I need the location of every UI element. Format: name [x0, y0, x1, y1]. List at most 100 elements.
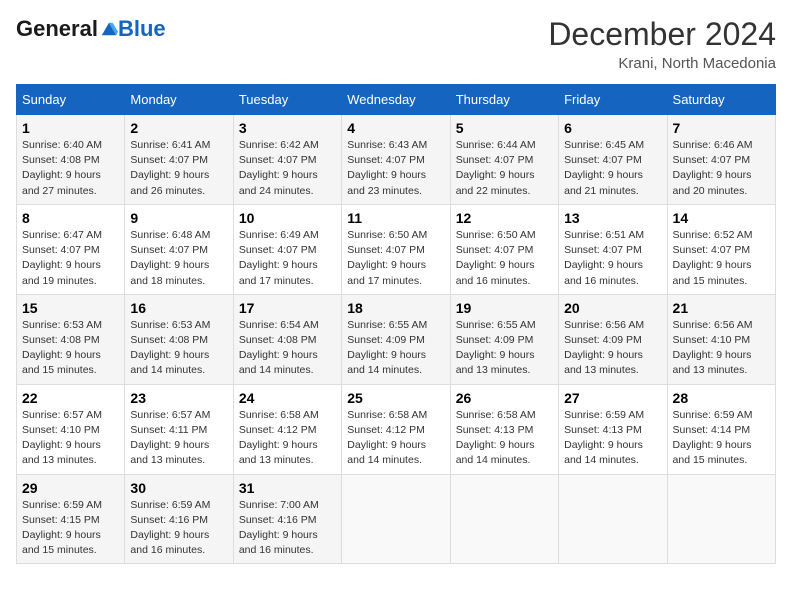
calendar-cell: 11 Sunrise: 6:50 AMSunset: 4:07 PMDaylig… — [342, 204, 450, 294]
calendar-cell: 25 Sunrise: 6:58 AMSunset: 4:12 PMDaylig… — [342, 384, 450, 474]
calendar-cell: 9 Sunrise: 6:48 AMSunset: 4:07 PMDayligh… — [125, 204, 233, 294]
calendar-cell: 14 Sunrise: 6:52 AMSunset: 4:07 PMDaylig… — [667, 204, 775, 294]
day-info: Sunrise: 6:56 AMSunset: 4:09 PMDaylight:… — [564, 318, 661, 379]
logo-blue: Blue — [118, 16, 166, 42]
day-number: 11 — [347, 210, 444, 226]
logo-icon — [100, 20, 118, 38]
day-number: 15 — [22, 300, 119, 316]
day-info: Sunrise: 6:46 AMSunset: 4:07 PMDaylight:… — [673, 138, 770, 199]
calendar-week-1: 1 Sunrise: 6:40 AMSunset: 4:08 PMDayligh… — [17, 115, 776, 205]
day-number: 23 — [130, 390, 227, 406]
header-monday: Monday — [125, 85, 233, 115]
calendar-cell: 6 Sunrise: 6:45 AMSunset: 4:07 PMDayligh… — [559, 115, 667, 205]
day-info: Sunrise: 6:51 AMSunset: 4:07 PMDaylight:… — [564, 228, 661, 289]
calendar-cell: 27 Sunrise: 6:59 AMSunset: 4:13 PMDaylig… — [559, 384, 667, 474]
day-number: 18 — [347, 300, 444, 316]
day-number: 17 — [239, 300, 336, 316]
day-number: 3 — [239, 120, 336, 136]
calendar-week-4: 22 Sunrise: 6:57 AMSunset: 4:10 PMDaylig… — [17, 384, 776, 474]
day-info: Sunrise: 6:43 AMSunset: 4:07 PMDaylight:… — [347, 138, 444, 199]
day-info: Sunrise: 6:45 AMSunset: 4:07 PMDaylight:… — [564, 138, 661, 199]
day-number: 9 — [130, 210, 227, 226]
day-info: Sunrise: 6:54 AMSunset: 4:08 PMDaylight:… — [239, 318, 336, 379]
day-number: 10 — [239, 210, 336, 226]
calendar-cell: 23 Sunrise: 6:57 AMSunset: 4:11 PMDaylig… — [125, 384, 233, 474]
calendar: SundayMondayTuesdayWednesdayThursdayFrid… — [16, 84, 776, 564]
day-info: Sunrise: 6:50 AMSunset: 4:07 PMDaylight:… — [347, 228, 444, 289]
logo-general: General — [16, 16, 98, 42]
logo: General Blue — [16, 16, 166, 42]
header-friday: Friday — [559, 85, 667, 115]
day-number: 20 — [564, 300, 661, 316]
header-saturday: Saturday — [667, 85, 775, 115]
calendar-cell: 1 Sunrise: 6:40 AMSunset: 4:08 PMDayligh… — [17, 115, 125, 205]
calendar-cell: 29 Sunrise: 6:59 AMSunset: 4:15 PMDaylig… — [17, 474, 125, 564]
day-number: 8 — [22, 210, 119, 226]
calendar-cell — [342, 474, 450, 564]
day-info: Sunrise: 6:49 AMSunset: 4:07 PMDaylight:… — [239, 228, 336, 289]
day-number: 14 — [673, 210, 770, 226]
day-info: Sunrise: 6:40 AMSunset: 4:08 PMDaylight:… — [22, 138, 119, 199]
day-number: 12 — [456, 210, 553, 226]
day-info: Sunrise: 6:41 AMSunset: 4:07 PMDaylight:… — [130, 138, 227, 199]
day-info: Sunrise: 6:58 AMSunset: 4:13 PMDaylight:… — [456, 408, 553, 469]
day-info: Sunrise: 6:42 AMSunset: 4:07 PMDaylight:… — [239, 138, 336, 199]
title-area: December 2024 Krani, North Macedonia — [548, 16, 776, 72]
day-info: Sunrise: 6:55 AMSunset: 4:09 PMDaylight:… — [456, 318, 553, 379]
calendar-header-row: SundayMondayTuesdayWednesdayThursdayFrid… — [17, 85, 776, 115]
calendar-week-5: 29 Sunrise: 6:59 AMSunset: 4:15 PMDaylig… — [17, 474, 776, 564]
day-number: 21 — [673, 300, 770, 316]
calendar-cell: 24 Sunrise: 6:58 AMSunset: 4:12 PMDaylig… — [233, 384, 341, 474]
header-thursday: Thursday — [450, 85, 558, 115]
calendar-cell: 20 Sunrise: 6:56 AMSunset: 4:09 PMDaylig… — [559, 294, 667, 384]
month-title: December 2024 — [548, 16, 776, 53]
day-info: Sunrise: 6:59 AMSunset: 4:13 PMDaylight:… — [564, 408, 661, 469]
calendar-cell: 7 Sunrise: 6:46 AMSunset: 4:07 PMDayligh… — [667, 115, 775, 205]
calendar-cell: 5 Sunrise: 6:44 AMSunset: 4:07 PMDayligh… — [450, 115, 558, 205]
day-number: 30 — [130, 480, 227, 496]
day-info: Sunrise: 6:44 AMSunset: 4:07 PMDaylight:… — [456, 138, 553, 199]
header: General Blue December 2024 Krani, North … — [16, 16, 776, 72]
calendar-cell: 15 Sunrise: 6:53 AMSunset: 4:08 PMDaylig… — [17, 294, 125, 384]
header-tuesday: Tuesday — [233, 85, 341, 115]
day-number: 19 — [456, 300, 553, 316]
calendar-cell: 31 Sunrise: 7:00 AMSunset: 4:16 PMDaylig… — [233, 474, 341, 564]
day-info: Sunrise: 6:53 AMSunset: 4:08 PMDaylight:… — [22, 318, 119, 379]
calendar-cell: 30 Sunrise: 6:59 AMSunset: 4:16 PMDaylig… — [125, 474, 233, 564]
day-number: 31 — [239, 480, 336, 496]
day-info: Sunrise: 6:59 AMSunset: 4:16 PMDaylight:… — [130, 498, 227, 559]
day-number: 7 — [673, 120, 770, 136]
calendar-cell: 12 Sunrise: 6:50 AMSunset: 4:07 PMDaylig… — [450, 204, 558, 294]
calendar-cell — [559, 474, 667, 564]
day-info: Sunrise: 6:58 AMSunset: 4:12 PMDaylight:… — [347, 408, 444, 469]
day-number: 5 — [456, 120, 553, 136]
day-info: Sunrise: 6:53 AMSunset: 4:08 PMDaylight:… — [130, 318, 227, 379]
calendar-cell: 17 Sunrise: 6:54 AMSunset: 4:08 PMDaylig… — [233, 294, 341, 384]
day-info: Sunrise: 6:57 AMSunset: 4:11 PMDaylight:… — [130, 408, 227, 469]
calendar-cell: 21 Sunrise: 6:56 AMSunset: 4:10 PMDaylig… — [667, 294, 775, 384]
calendar-cell: 26 Sunrise: 6:58 AMSunset: 4:13 PMDaylig… — [450, 384, 558, 474]
day-number: 25 — [347, 390, 444, 406]
header-sunday: Sunday — [17, 85, 125, 115]
calendar-cell: 19 Sunrise: 6:55 AMSunset: 4:09 PMDaylig… — [450, 294, 558, 384]
day-number: 24 — [239, 390, 336, 406]
day-info: Sunrise: 6:52 AMSunset: 4:07 PMDaylight:… — [673, 228, 770, 289]
calendar-cell: 16 Sunrise: 6:53 AMSunset: 4:08 PMDaylig… — [125, 294, 233, 384]
calendar-cell — [450, 474, 558, 564]
header-wednesday: Wednesday — [342, 85, 450, 115]
day-number: 26 — [456, 390, 553, 406]
calendar-cell: 8 Sunrise: 6:47 AMSunset: 4:07 PMDayligh… — [17, 204, 125, 294]
day-info: Sunrise: 6:58 AMSunset: 4:12 PMDaylight:… — [239, 408, 336, 469]
location: Krani, North Macedonia — [548, 55, 776, 72]
day-info: Sunrise: 6:57 AMSunset: 4:10 PMDaylight:… — [22, 408, 119, 469]
day-info: Sunrise: 6:59 AMSunset: 4:15 PMDaylight:… — [22, 498, 119, 559]
day-info: Sunrise: 6:56 AMSunset: 4:10 PMDaylight:… — [673, 318, 770, 379]
calendar-cell: 2 Sunrise: 6:41 AMSunset: 4:07 PMDayligh… — [125, 115, 233, 205]
day-info: Sunrise: 6:47 AMSunset: 4:07 PMDaylight:… — [22, 228, 119, 289]
day-info: Sunrise: 6:50 AMSunset: 4:07 PMDaylight:… — [456, 228, 553, 289]
day-number: 16 — [130, 300, 227, 316]
day-info: Sunrise: 6:55 AMSunset: 4:09 PMDaylight:… — [347, 318, 444, 379]
day-number: 28 — [673, 390, 770, 406]
calendar-cell — [667, 474, 775, 564]
day-info: Sunrise: 6:48 AMSunset: 4:07 PMDaylight:… — [130, 228, 227, 289]
